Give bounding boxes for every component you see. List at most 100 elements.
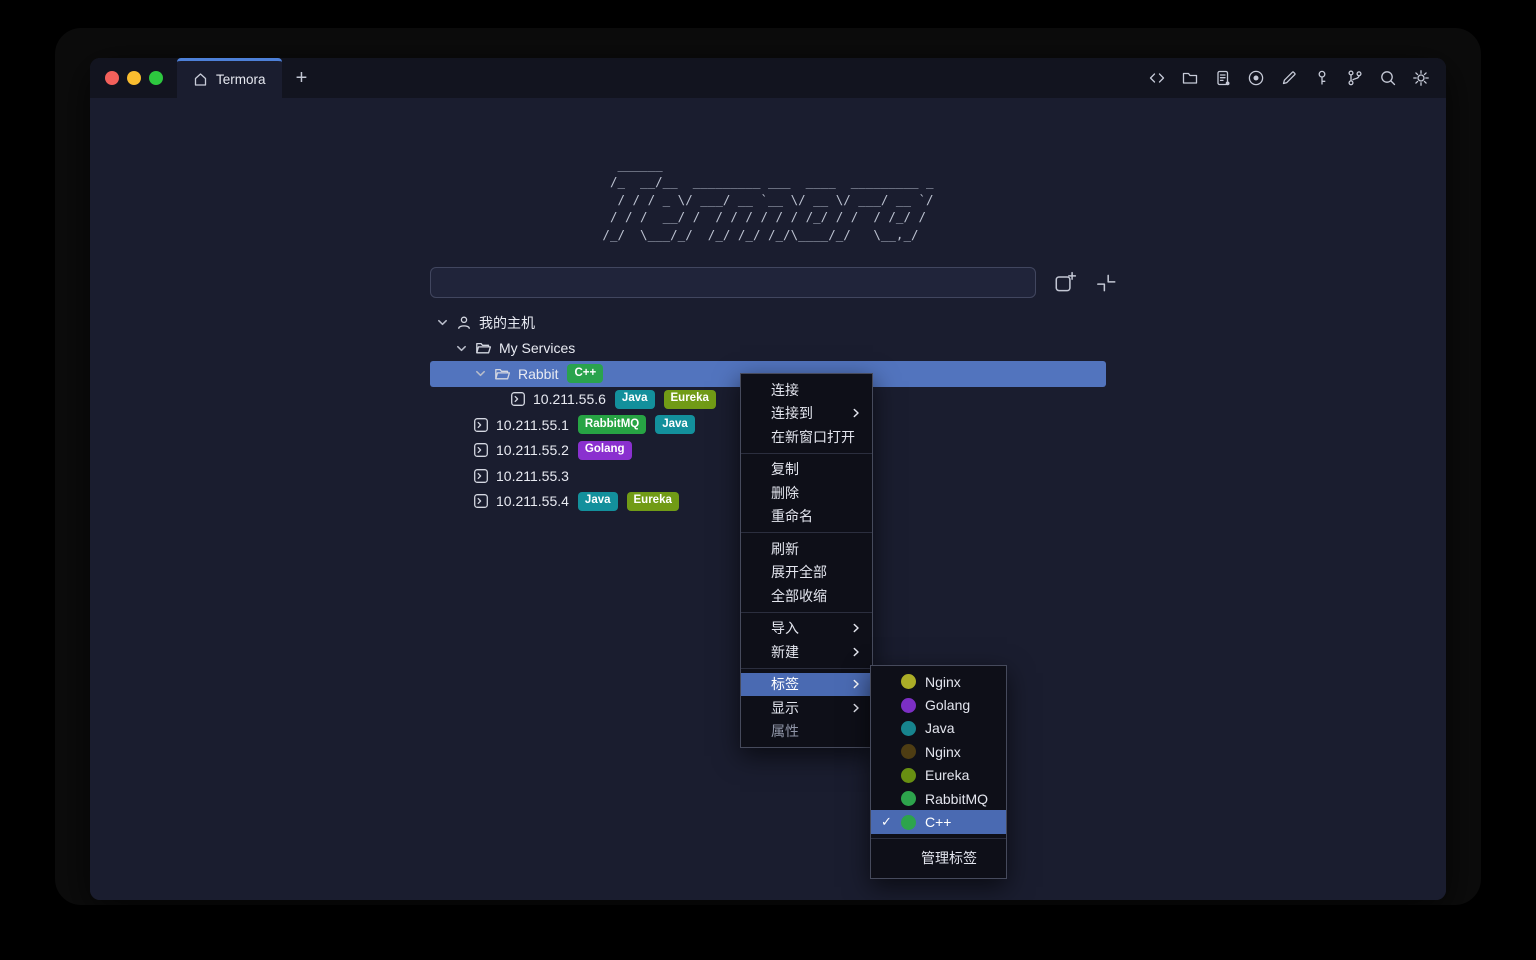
tag-badge-eureka: Eureka [627, 492, 679, 511]
menu-item-label: 在新窗口打开 [771, 427, 855, 447]
tree-label: 10.211.55.3 [496, 468, 569, 484]
tag-badge-java: Java [655, 415, 695, 434]
minimize-button[interactable] [127, 71, 141, 85]
context-menu: 连接连接到在新窗口打开复制删除重命名刷新展开全部全部收缩导入新建标签显示属性 [740, 373, 873, 748]
menu-item-properties[interactable]: 属性 [741, 720, 872, 744]
submenu-arrow-icon [850, 622, 862, 634]
chevron-down-icon [435, 315, 450, 330]
tag-badge-golang: Golang [578, 441, 632, 460]
tree-row-my-hosts[interactable]: 我的主机 [430, 310, 1106, 336]
menu-item-label: 全部收缩 [771, 586, 827, 606]
tag-badge-rabbitmq: RabbitMQ [578, 415, 646, 434]
zoom-button[interactable] [149, 71, 163, 85]
tag-option-label: Golang [925, 697, 970, 713]
menu-item-expand-all[interactable]: 展开全部 [741, 561, 872, 585]
menu-item-rename[interactable]: 重命名 [741, 505, 872, 529]
collapse-all-icon [1094, 271, 1118, 295]
tree-label: Rabbit [518, 366, 558, 382]
home-icon [193, 72, 208, 87]
search-input[interactable] [430, 267, 1036, 298]
submenu-arrow-icon [850, 407, 862, 419]
key-button[interactable] [1311, 67, 1333, 89]
menu-item-manage-tags[interactable]: 管理标签 [871, 843, 1006, 874]
tag-color-dot [901, 791, 916, 806]
menu-item-show[interactable]: 显示 [741, 696, 872, 720]
tab-title: Termora [216, 72, 266, 87]
tag-option-label: C++ [925, 814, 951, 830]
branch-button[interactable] [1344, 67, 1366, 89]
tree-label: 我的主机 [479, 313, 535, 333]
tag-option-nginx[interactable]: Nginx [871, 740, 1006, 763]
menu-item-label: 显示 [771, 698, 799, 718]
menu-item-tags[interactable]: 标签 [741, 673, 872, 697]
menu-item-copy[interactable]: 复制 [741, 458, 872, 482]
tag-color-dot [901, 815, 916, 830]
search-button[interactable] [1377, 67, 1399, 89]
menu-item-refresh[interactable]: 刷新 [741, 537, 872, 561]
tag-option-nginx[interactable]: Nginx [871, 670, 1006, 693]
tag-option-c[interactable]: ✓C++ [871, 810, 1006, 833]
edit-button[interactable] [1278, 67, 1300, 89]
tag-badge-eureka: Eureka [664, 390, 716, 409]
tag-color-dot [901, 768, 916, 783]
menu-item-label: 新建 [771, 642, 799, 662]
tree-label: My Services [499, 340, 575, 356]
menu-item-label: 展开全部 [771, 562, 827, 582]
tag-option-eureka[interactable]: Eureka [871, 764, 1006, 787]
menu-item-collapse-all[interactable]: 全部收缩 [741, 584, 872, 608]
tree-label: 10.211.55.1 [496, 417, 569, 433]
tree-label: 10.211.55.2 [496, 442, 569, 458]
menu-item-import[interactable]: 导入 [741, 617, 872, 641]
collapse-all-button[interactable] [1094, 271, 1118, 295]
terminal-icon [510, 391, 526, 407]
menu-item-label: 复制 [771, 459, 799, 479]
tag-color-dot [901, 698, 916, 713]
folder-icon [1181, 69, 1199, 87]
terminal-icon [473, 493, 489, 509]
menu-separator [741, 612, 872, 613]
menu-item-label: 属性 [771, 721, 799, 741]
tag-submenu: Nginx Golang Java Nginx Eureka RabbitMQ ✓C++ 管理… [870, 665, 1007, 879]
key-icon [1313, 69, 1331, 87]
terminal-icon [473, 468, 489, 484]
tag-option-rabbitmq[interactable]: RabbitMQ [871, 787, 1006, 810]
tag-option-java[interactable]: Java [871, 717, 1006, 740]
tree-label: 10.211.55.6 [533, 391, 606, 407]
menu-item-new[interactable]: 新建 [741, 640, 872, 664]
menu-item-label: 重命名 [771, 506, 813, 526]
tag-badge-c: C++ [567, 364, 603, 383]
folder-button[interactable] [1179, 67, 1201, 89]
ascii-logo: ______ /_ __/__ _________ ___ ____ _____… [602, 156, 933, 243]
tree-label: 10.211.55.4 [496, 493, 569, 509]
tag-color-dot [901, 674, 916, 689]
tag-badge-java: Java [615, 390, 655, 409]
tag-option-label: RabbitMQ [925, 791, 988, 807]
menu-item-connect-to[interactable]: 连接到 [741, 402, 872, 426]
close-button[interactable] [105, 71, 119, 85]
tab-termora[interactable]: Termora [177, 58, 282, 98]
tag-option-label: Nginx [925, 744, 961, 760]
menu-separator [741, 668, 872, 669]
branch-icon [1346, 69, 1364, 87]
menu-item-connect[interactable]: 连接 [741, 378, 872, 402]
log-button[interactable] [1212, 67, 1234, 89]
tab-bar: Termora + [90, 58, 1446, 98]
add-host-button[interactable] [1053, 271, 1077, 295]
search-row [430, 267, 1118, 298]
menu-item-label: 连接到 [771, 403, 813, 423]
menu-item-delete[interactable]: 删除 [741, 481, 872, 505]
code-icon [1148, 69, 1166, 87]
new-tab-button[interactable]: + [282, 58, 322, 98]
code-button[interactable] [1146, 67, 1168, 89]
menu-item-label: 刷新 [771, 539, 799, 559]
terminal-icon [473, 417, 489, 433]
toolbar [1146, 58, 1446, 98]
record-button[interactable] [1245, 67, 1267, 89]
tree-row-my-services[interactable]: My Services [430, 336, 1106, 362]
tag-option-golang[interactable]: Golang [871, 693, 1006, 716]
tag-color-dot [901, 721, 916, 736]
settings-button[interactable] [1410, 67, 1432, 89]
log-icon [1214, 69, 1232, 87]
user-icon [456, 315, 472, 331]
menu-item-open-in-new-window[interactable]: 在新窗口打开 [741, 425, 872, 449]
